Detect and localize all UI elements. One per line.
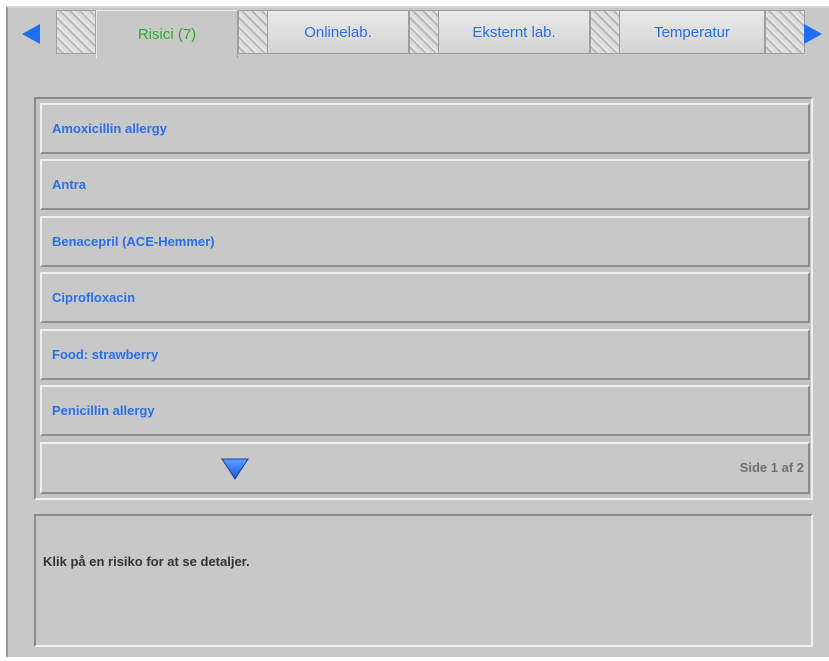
- risk-item-label: Antra: [52, 177, 86, 192]
- risk-item-antra[interactable]: Antra: [40, 159, 810, 210]
- risk-item-penicillin-allergy[interactable]: Penicillin allergy: [40, 385, 810, 436]
- tab-onlinelab[interactable]: Onlinelab.: [267, 10, 409, 54]
- risk-item-label: Amoxicillin allergy: [52, 121, 167, 136]
- tab-temperatur-label: Temperatur: [654, 23, 730, 41]
- risk-module-window: Risici (7) Onlinelab. Eksternt lab. Temp…: [6, 6, 829, 657]
- risk-item-label: Penicillin allergy: [52, 403, 155, 418]
- risk-detail-panel: Klik på en risiko for at se detaljer.: [34, 514, 813, 647]
- risk-item-label: Benacepril (ACE-Hemmer): [52, 234, 215, 249]
- tab-eksternt-lab[interactable]: Eksternt lab.: [438, 10, 590, 54]
- tab-bar: Risici (7) Onlinelab. Eksternt lab. Temp…: [8, 8, 829, 58]
- risk-item-amoxicillin-allergy[interactable]: Amoxicillin allergy: [40, 103, 810, 154]
- tab-eksternt-lab-label: Eksternt lab.: [472, 23, 556, 41]
- risk-list: Amoxicillin allergy Antra Benacepril (AC…: [34, 97, 813, 500]
- list-pager: Side 1 af 2: [40, 442, 810, 494]
- tab-risici-label: Risici (7): [137, 26, 197, 43]
- risk-item-benacepril[interactable]: Benacepril (ACE-Hemmer): [40, 216, 810, 267]
- tab-risici[interactable]: Risici (7): [96, 10, 238, 58]
- tab-onlinelab-label: Onlinelab.: [304, 23, 372, 41]
- tab-temperatur[interactable]: Temperatur: [619, 10, 765, 54]
- detail-hint-text: Klik på en risiko for at se detaljer.: [43, 554, 250, 569]
- tab-scroll-left-icon[interactable]: [18, 22, 44, 46]
- tab-separator: [765, 10, 805, 54]
- risk-item-food-strawberry[interactable]: Food: strawberry: [40, 329, 810, 380]
- risk-item-ciprofloxacin[interactable]: Ciprofloxacin: [40, 272, 810, 323]
- tab-scroll-right-icon[interactable]: [800, 22, 826, 46]
- risk-item-label: Food: strawberry: [52, 347, 159, 362]
- risk-item-label: Ciprofloxacin: [52, 290, 136, 305]
- scroll-down-icon[interactable]: [220, 457, 250, 481]
- page-indicator: Side 1 af 2: [739, 460, 804, 475]
- tab-separator: [56, 10, 96, 54]
